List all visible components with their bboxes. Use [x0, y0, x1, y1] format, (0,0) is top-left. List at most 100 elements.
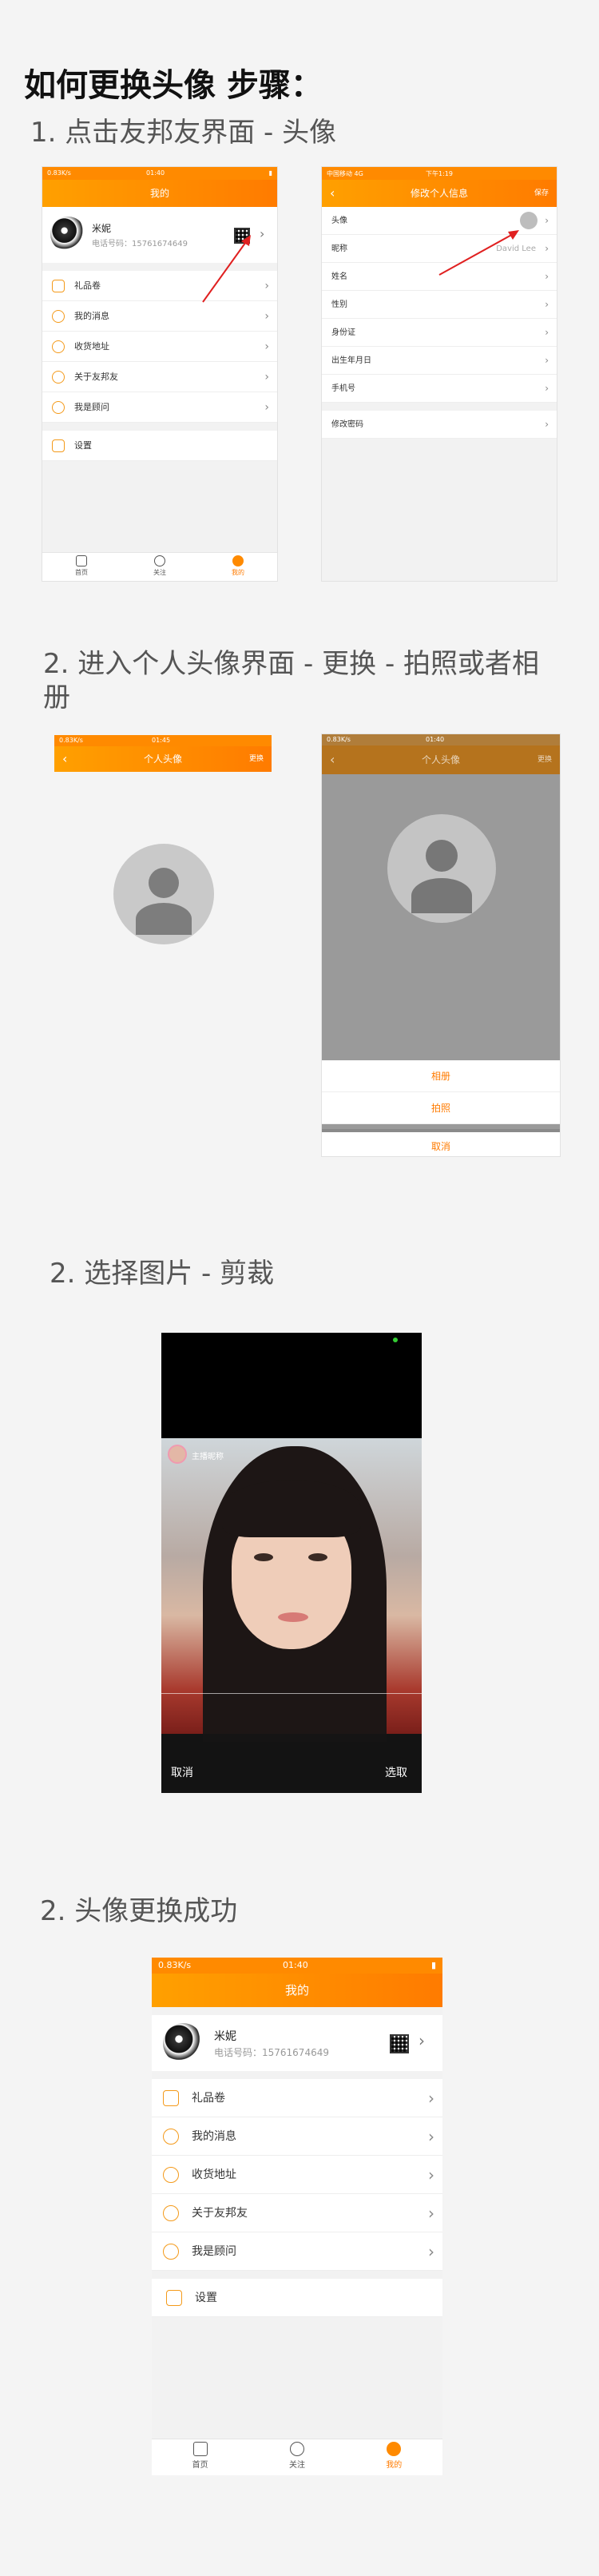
menu-label: 关于友邦友: [74, 372, 118, 382]
row-label: 头像: [331, 217, 347, 225]
menu-label: 设置: [74, 440, 92, 451]
back-icon[interactable]: ‹: [62, 746, 67, 772]
menu-label: 我是顾问: [74, 402, 109, 412]
status-time: 下午1:19: [426, 170, 453, 177]
tab-home[interactable]: 首页: [152, 2439, 248, 2475]
row-id[interactable]: 身份证 ›: [322, 319, 557, 347]
row-label: 性别: [331, 300, 347, 309]
avatar[interactable]: [163, 2023, 203, 2063]
chevron-right-icon: ›: [264, 401, 269, 414]
row-gender[interactable]: 性别 ›: [322, 291, 557, 319]
row-label: 修改密码: [331, 420, 363, 429]
row-label: 手机号: [331, 384, 355, 393]
chevron-right-icon: ›: [264, 280, 269, 292]
menu-label: 我是顾问: [192, 2245, 236, 2258]
chevron-right-icon: ›: [545, 327, 549, 338]
menu-label: 收货地址: [74, 341, 109, 352]
navbar: 我的: [152, 1974, 442, 2007]
menu-item-about[interactable]: 关于友邦友 ›: [152, 2194, 442, 2232]
net-speed: 0.83K/s: [327, 736, 351, 743]
menu-label: 设置: [195, 2292, 217, 2304]
page-title: 我的: [149, 188, 169, 199]
change-button[interactable]: 更换: [538, 745, 552, 774]
chevron-right-icon: ›: [545, 271, 549, 282]
menu-item-settings[interactable]: 设置: [42, 431, 277, 461]
avatar[interactable]: [50, 217, 85, 252]
person-icon: [149, 868, 179, 898]
row-birthday[interactable]: 出生年月日 ›: [322, 347, 557, 375]
row-change-password[interactable]: 修改密码 ›: [322, 411, 557, 439]
user-name: 米妮: [214, 2030, 236, 2043]
row-phone[interactable]: 手机号 ›: [322, 375, 557, 403]
location-icon: [52, 340, 65, 353]
crop-photo[interactable]: 主播昵称: [161, 1438, 422, 1742]
qr-code-icon[interactable]: [390, 2034, 409, 2053]
menu-label: 我的消息: [192, 2130, 236, 2143]
gift-icon: [163, 2090, 179, 2106]
red-arrow-annotation: [202, 235, 251, 303]
battery-icon: ▮: [430, 1960, 436, 1970]
chevron-right-icon: ›: [264, 340, 269, 353]
chevron-right-icon: ›: [545, 299, 549, 310]
chevron-right-icon: ›: [545, 419, 549, 430]
user-phone: 电话号码：15761674649: [214, 2047, 329, 2058]
person-icon: [387, 2442, 402, 2456]
camera-indicator: [393, 1338, 398, 1342]
crop-cancel-button[interactable]: 取消: [171, 1764, 193, 1780]
menu-item-address[interactable]: 收货地址 ›: [152, 2156, 442, 2194]
crop-frame[interactable]: [161, 1438, 422, 1694]
tab-mine[interactable]: 我的: [199, 553, 277, 581]
heart-icon: [289, 2442, 304, 2456]
tab-follow[interactable]: 关注: [121, 553, 199, 581]
chevron-right-icon: ›: [428, 2127, 434, 2146]
row-label: 身份证: [331, 328, 355, 337]
menu-item-messages[interactable]: 我的消息 ›: [42, 301, 277, 332]
menu-label: 礼品卷: [192, 2092, 225, 2105]
chevron-right-icon[interactable]: ›: [419, 2031, 425, 2050]
menu-item-about[interactable]: 关于友邦友 ›: [42, 362, 277, 392]
avatar-placeholder: [387, 814, 496, 923]
chevron-right-icon: ›: [264, 371, 269, 384]
tab-mine[interactable]: 我的: [346, 2439, 442, 2475]
menu-item-address[interactable]: 收货地址 ›: [42, 332, 277, 362]
heart-icon: [154, 555, 165, 566]
row-label: 出生年月日: [331, 356, 371, 365]
menu-item-settings[interactable]: 设置: [152, 2279, 442, 2317]
row-label: 昵称: [331, 244, 347, 253]
chevron-right-icon: ›: [545, 215, 549, 226]
save-button[interactable]: 保存: [534, 180, 549, 207]
sheet-album-button[interactable]: 相册: [322, 1060, 560, 1092]
menu-item-messages[interactable]: 我的消息 ›: [152, 2117, 442, 2156]
menu-label: 礼品卷: [74, 280, 101, 291]
sheet-camera-button[interactable]: 拍照: [322, 1092, 560, 1124]
tab-follow[interactable]: 关注: [248, 2439, 345, 2475]
status-time: 01:40: [146, 169, 165, 177]
change-button[interactable]: 更换: [249, 746, 264, 772]
page-title: 我的: [284, 1983, 309, 1998]
home-icon: [76, 555, 87, 566]
chevron-right-icon: ›: [428, 2204, 434, 2223]
battery-icon: ▮: [268, 169, 272, 177]
tab-home[interactable]: 首页: [42, 553, 121, 581]
menu-item-gift[interactable]: 礼品卷 ›: [152, 2079, 442, 2117]
tab-label: 我的: [386, 2461, 403, 2470]
red-arrow-annotation: [438, 230, 519, 276]
back-icon[interactable]: ‹: [330, 745, 335, 774]
back-icon[interactable]: ‹: [330, 180, 335, 207]
chevron-right-icon: ›: [428, 2242, 434, 2261]
menu-item-advisor[interactable]: 我是顾问 ›: [152, 2232, 442, 2271]
chevron-right-icon[interactable]: ›: [260, 226, 264, 241]
user-icon: [52, 310, 65, 323]
status-bar: 中国移动 4G 下午1:19: [322, 167, 557, 180]
home-icon: [192, 2442, 208, 2456]
chevron-right-icon: ›: [428, 2089, 434, 2108]
menu-label: 关于友邦友: [192, 2207, 248, 2220]
page-title: 个人头像: [421, 754, 460, 765]
row-label: 姓名: [331, 272, 347, 281]
info-icon: [52, 371, 65, 384]
profile-card[interactable]: 米妮 电话号码：15761674649 ›: [152, 2015, 442, 2071]
avatar-placeholder: [113, 844, 214, 944]
menu-item-advisor[interactable]: 我是顾问 ›: [42, 392, 277, 423]
sheet-cancel-button[interactable]: 取消: [322, 1129, 560, 1156]
crop-choose-button[interactable]: 选取: [385, 1764, 407, 1780]
